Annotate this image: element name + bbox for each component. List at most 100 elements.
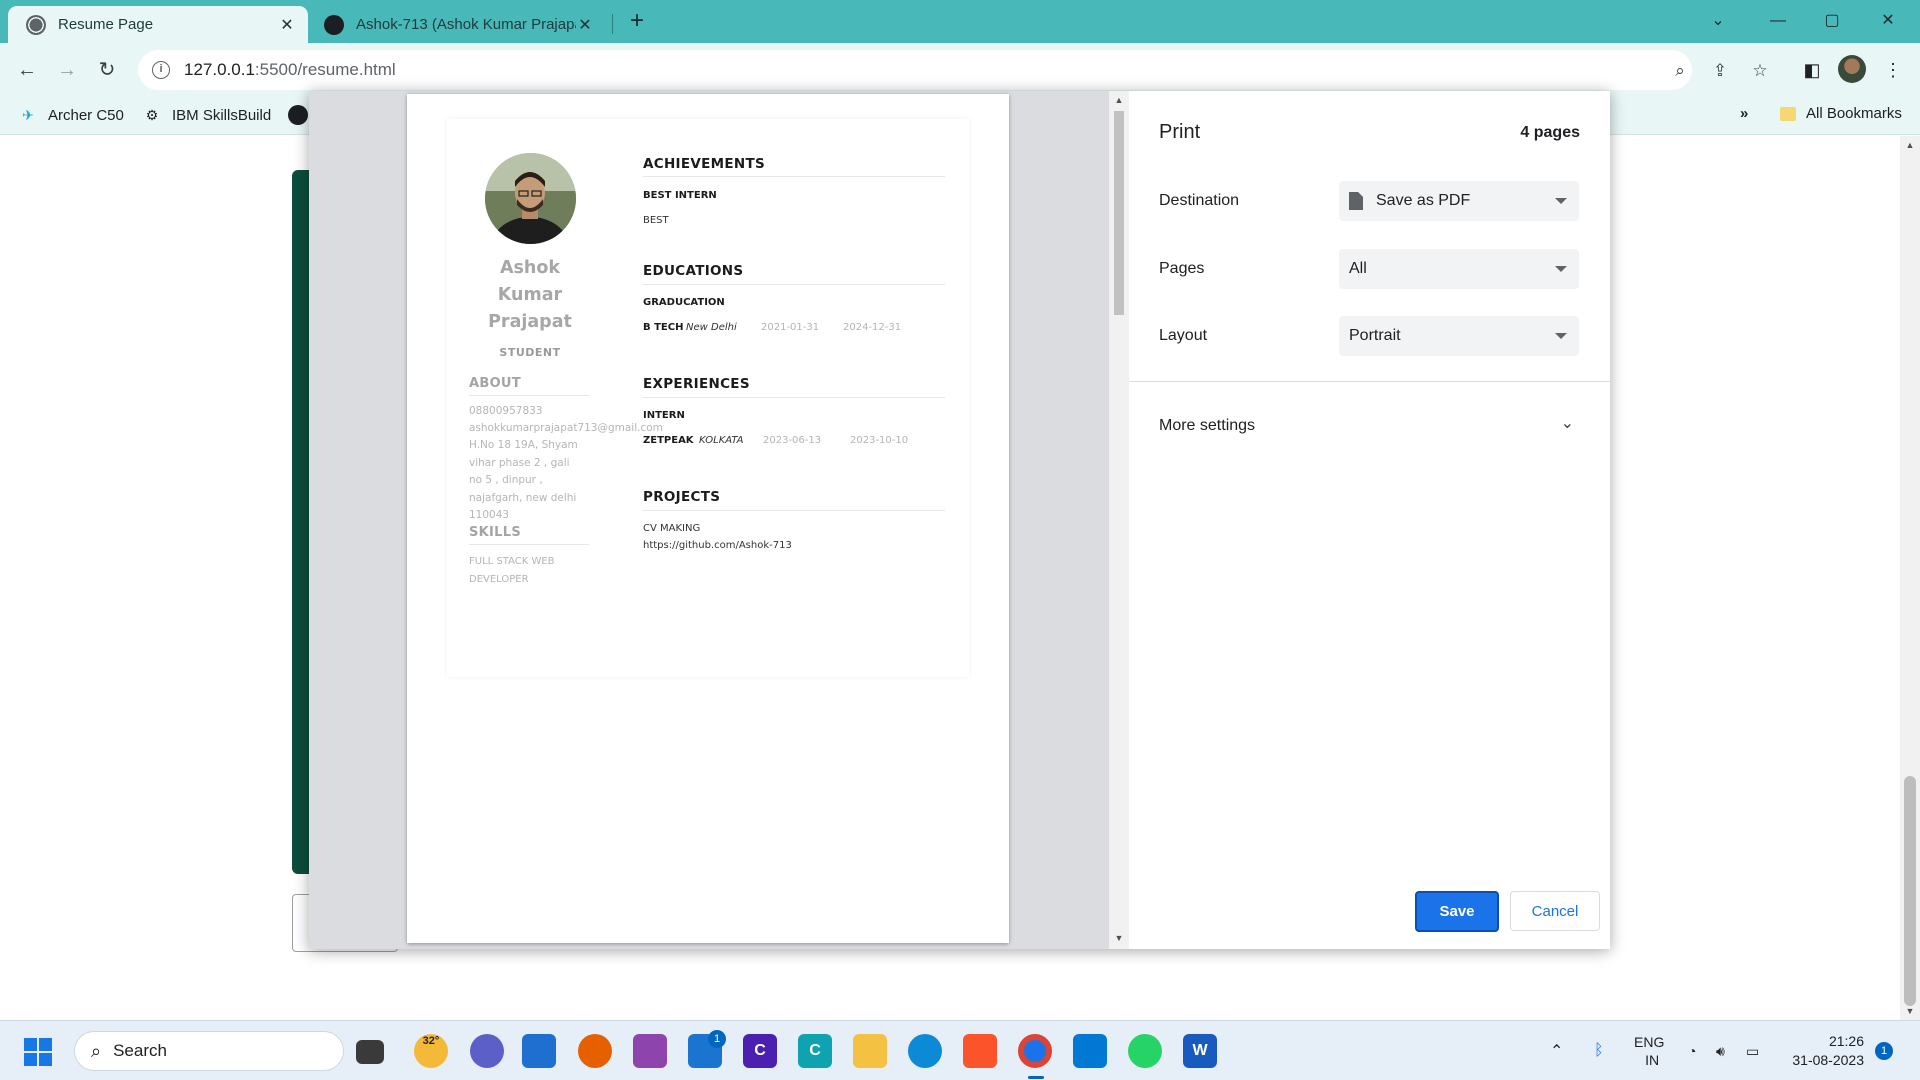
pages-select[interactable]: All xyxy=(1339,249,1579,289)
reload-button[interactable]: ↻ xyxy=(92,55,122,85)
preview-scrollbar[interactable]: ▲ ▼ xyxy=(1109,91,1129,949)
scroll-up-arrow[interactable]: ▲ xyxy=(1109,95,1129,105)
email-text: ashokkumarprajapat713@gmail.com xyxy=(469,422,663,434)
scroll-up-arrow[interactable]: ▲ xyxy=(1900,140,1920,150)
search-placeholder: Search xyxy=(113,1041,167,1060)
windows-start-icon[interactable] xyxy=(24,1038,52,1066)
tab-github[interactable]: Ashok-713 (Ashok Kumar Prajapa ✕ xyxy=(316,6,606,43)
canva-icon[interactable]: C xyxy=(743,1034,777,1068)
close-tab-icon[interactable]: ✕ xyxy=(278,15,296,35)
share-icon[interactable]: ⇪ xyxy=(1708,59,1732,83)
bookmark-ibm-skillsbuild[interactable]: ⚙ IBM SkillsBuild xyxy=(142,105,271,125)
tab-search-button[interactable]: ⌄ xyxy=(1696,5,1740,37)
brave-icon[interactable] xyxy=(963,1034,997,1068)
wifi-icon[interactable]: ◔ xyxy=(1688,1021,1696,1080)
layout-label: Layout xyxy=(1159,327,1208,344)
site-info-icon[interactable]: i xyxy=(152,61,170,79)
ibm-icon: ⚙ xyxy=(145,107,159,123)
notification-badge[interactable]: 1 xyxy=(1875,1042,1893,1060)
scroll-down-arrow[interactable]: ▼ xyxy=(1109,933,1129,943)
dropdown-arrow-icon xyxy=(1555,333,1567,339)
save-button[interactable]: Save xyxy=(1415,891,1499,932)
tab-separator xyxy=(612,14,613,34)
education-title: GRADUCATION xyxy=(643,297,725,308)
address-bar[interactable]: i 127.0.0.1:5500/resume.html ⌕ ⇪ ☆ xyxy=(138,50,1768,90)
bookmark-label: IBM SkillsBuild xyxy=(172,106,272,124)
side-panel-icon[interactable]: ◧ xyxy=(1797,55,1827,85)
bluetooth-icon[interactable]: ᛒ xyxy=(1594,1021,1604,1080)
task-view-icon[interactable] xyxy=(356,1040,384,1064)
zoom-icon[interactable]: ⌕ xyxy=(1668,59,1692,83)
file-explorer-icon[interactable] xyxy=(853,1034,887,1068)
forward-button[interactable]: → xyxy=(52,55,82,85)
store-icon[interactable] xyxy=(522,1034,556,1068)
bookmarks-overflow-button[interactable]: » xyxy=(1740,105,1748,122)
active-app-indicator xyxy=(1028,1076,1044,1079)
divider xyxy=(469,544,589,545)
minimize-button[interactable]: — xyxy=(1756,5,1800,37)
browser-toolbar: ← → ↻ i 127.0.0.1:5500/resume.html ⌕ ⇪ ☆… xyxy=(0,43,1920,97)
battery-icon[interactable]: ▭ xyxy=(1746,1021,1759,1080)
divider xyxy=(643,510,945,511)
address-text: H.No 18 19A, Shyam vihar phase 2 , gali … xyxy=(469,439,578,521)
dropdown-arrow-icon xyxy=(1555,266,1567,272)
taskbar: ⌕ Search 32° 1 C C W ⌃ ᛒ ENG IN ◔ 🔊︎ ▭ 21… xyxy=(0,1020,1920,1080)
bookmark-star-icon[interactable]: ☆ xyxy=(1748,59,1772,83)
more-settings-toggle[interactable]: More settings xyxy=(1159,417,1255,435)
profile-avatar[interactable] xyxy=(1838,55,1866,83)
cancel-button[interactable]: Cancel xyxy=(1510,891,1600,931)
scroll-down-arrow[interactable]: ▼ xyxy=(1900,1006,1920,1016)
print-title: Print xyxy=(1159,121,1201,143)
vscode-icon[interactable] xyxy=(1073,1034,1107,1068)
show-hidden-icons-button[interactable]: ⌃ xyxy=(1550,1021,1563,1080)
all-bookmarks-label: All Bookmarks xyxy=(1806,105,1902,122)
new-tab-button[interactable]: + xyxy=(622,7,652,37)
skills-text: FULL STACK WEB DEVELOPER xyxy=(469,556,555,585)
edge-icon[interactable] xyxy=(908,1034,942,1068)
tab-resume-page[interactable]: Resume Page ✕ xyxy=(8,6,308,43)
layout-select[interactable]: Portrait xyxy=(1339,316,1579,356)
menu-icon[interactable]: ⋮ xyxy=(1878,55,1908,85)
volume-icon[interactable]: 🔊︎ xyxy=(1716,1021,1725,1080)
whatsapp-icon[interactable] xyxy=(1128,1034,1162,1068)
experiences-heading: EXPERIENCES xyxy=(643,376,750,392)
search-icon: ⌕ xyxy=(91,1040,102,1061)
archer-icon: ✈ xyxy=(22,107,34,123)
close-tab-icon[interactable]: ✕ xyxy=(576,15,594,35)
teams-chat-icon[interactable] xyxy=(470,1034,504,1068)
profile-photo xyxy=(485,153,576,244)
project-title: CV MAKING xyxy=(643,523,701,534)
divider xyxy=(469,395,589,396)
destination-select[interactable]: Save as PDF xyxy=(1339,181,1579,221)
word-icon[interactable]: W xyxy=(1183,1034,1217,1068)
system-clock[interactable]: 21:26 31-08-2023 xyxy=(1784,1032,1864,1070)
firefox-icon[interactable] xyxy=(578,1034,612,1068)
github-icon xyxy=(324,14,344,35)
page-count: 4 pages xyxy=(1520,124,1580,141)
achievement-desc: BEST xyxy=(643,215,669,226)
github-icon xyxy=(288,105,308,125)
scrollbar-thumb[interactable] xyxy=(1114,111,1124,315)
url-text: 127.0.0.1:5500/resume.html xyxy=(184,60,396,79)
close-window-button[interactable]: ✕ xyxy=(1866,5,1910,37)
back-button[interactable]: ← xyxy=(12,55,42,85)
bookmark-archer[interactable]: ✈ Archer C50 xyxy=(18,105,124,125)
canva-icon[interactable]: C xyxy=(798,1034,832,1068)
taskbar-search[interactable]: ⌕ Search xyxy=(74,1031,344,1071)
chevron-down-icon[interactable]: ⌄ xyxy=(1561,413,1574,433)
projects-heading: PROJECTS xyxy=(643,489,721,505)
all-bookmarks-button[interactable]: All Bookmarks xyxy=(1780,105,1902,122)
experience-start-date: 2023-06-13 xyxy=(763,435,822,446)
clipchamp-icon[interactable] xyxy=(633,1034,667,1068)
weather-icon[interactable]: 32° xyxy=(414,1034,448,1068)
skills-heading: SKILLS xyxy=(469,525,522,540)
tab-strip: Resume Page ✕ Ashok-713 (Ashok Kumar Pra… xyxy=(0,0,1920,43)
education-end-date: 2024-12-31 xyxy=(843,322,902,333)
divider xyxy=(643,176,945,177)
page-scrollbar[interactable]: ▲ ▼ xyxy=(1900,136,1920,1020)
maximize-button[interactable]: ▢ xyxy=(1810,5,1854,37)
chrome-icon[interactable] xyxy=(1018,1034,1052,1068)
language-indicator[interactable]: ENG IN xyxy=(1634,1021,1664,1080)
scrollbar-thumb[interactable] xyxy=(1904,776,1916,1006)
experience-end-date: 2023-10-10 xyxy=(850,435,909,446)
